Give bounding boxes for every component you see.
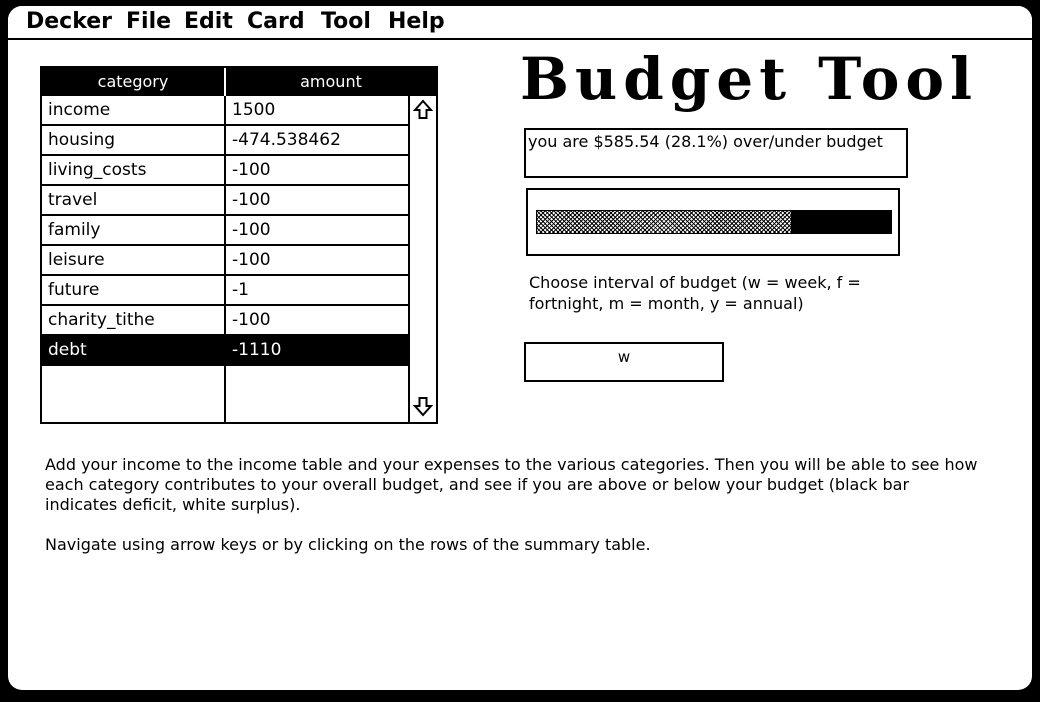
budget-table: category amount income 1500 housing -474.53… [40,66,438,424]
budget-bar-frame [526,188,900,256]
cell-amount: -100 [232,160,271,180]
menubar: Decker File Edit Card Tool Help [8,6,1032,40]
deck-window: Decker File Edit Card Tool Help category… [8,6,1032,690]
help-paragraph-1: Add your income to the income table and … [45,455,978,514]
cell-category: housing [48,130,116,150]
table-header: category amount [42,68,436,96]
menu-help[interactable]: Help [388,8,445,36]
menu-decker[interactable]: Decker [26,8,112,36]
budget-bar-surplus [536,210,792,234]
cell-amount: -1110 [232,340,282,360]
cell-amount: 1500 [232,100,276,120]
cell-category: income [48,100,111,120]
cell-amount: -1 [232,280,249,300]
help-paragraph-2: Navigate using arrow keys or by clicking… [45,535,651,554]
arrow-down-icon [413,397,433,417]
budget-bar-deficit [536,210,892,234]
cell-category: leisure [48,250,105,270]
cell-category: family [48,220,101,240]
cell-category: travel [48,190,98,210]
page-title: Budget Tool [520,45,979,113]
scroll-down-button[interactable] [410,392,436,420]
cell-amount: -100 [232,220,271,240]
cell-amount: -100 [232,250,271,270]
budget-status-text: you are $585.54 (28.1%) over/under budge… [524,128,908,178]
menu-tool[interactable]: Tool [321,8,371,36]
cell-category: charity_tithe [48,310,155,330]
interval-label: Choose interval of budget (w = week, f =… [529,273,861,313]
arrow-up-icon [413,99,433,119]
menu-file[interactable]: File [126,8,171,36]
screen: Decker File Edit Card Tool Help category… [0,0,1040,702]
cell-category: living_costs [48,160,147,180]
interval-field[interactable]: w [524,342,724,382]
menu-edit[interactable]: Edit [184,8,233,36]
scroll-up-button[interactable] [410,96,436,124]
cell-amount: -100 [232,310,271,330]
column-divider [224,96,226,422]
cell-amount: -474.538462 [232,130,341,150]
menu-card[interactable]: Card [247,8,305,36]
table-scrollbar[interactable] [408,96,436,422]
column-header-amount[interactable]: amount [226,68,436,96]
cell-amount: -100 [232,190,271,210]
column-header-category[interactable]: category [42,68,224,96]
cell-category: debt [48,340,87,360]
help-text: Add your income to the income table and … [45,455,985,555]
cell-category: future [48,280,100,300]
